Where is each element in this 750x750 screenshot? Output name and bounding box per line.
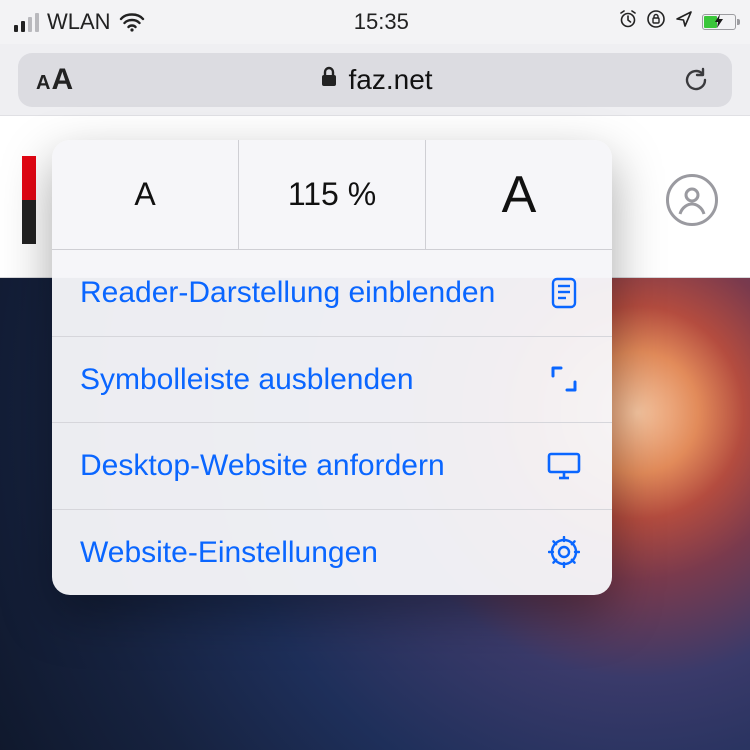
desktop-icon (544, 451, 584, 481)
website-settings-item[interactable]: Website-Einstellungen (52, 510, 612, 596)
expand-icon (544, 363, 584, 395)
domain-text: faz.net (349, 64, 433, 96)
text-size-popover: A 115 % A Reader-Darstellung einblenden … (52, 140, 612, 595)
status-bar: WLAN 15:35 (0, 0, 750, 44)
menu-label: Website-Einstellungen (80, 534, 378, 572)
menu-label: Symbolleiste ausblenden (80, 361, 414, 399)
zoom-level[interactable]: 115 % (238, 140, 425, 249)
wifi-icon (119, 12, 145, 32)
cellular-signal-icon (14, 13, 39, 32)
gear-icon (544, 536, 584, 568)
menu-label: Reader-Darstellung einblenden (80, 274, 495, 312)
location-icon (674, 9, 694, 35)
account-button[interactable] (666, 174, 718, 226)
status-right (618, 9, 736, 35)
orientation-lock-icon (646, 9, 666, 35)
url-display[interactable]: faz.net (319, 64, 433, 96)
browser-url-bar: AA faz.net (0, 44, 750, 116)
network-label: WLAN (47, 9, 111, 35)
increase-text-button[interactable]: A (425, 140, 612, 249)
status-left: WLAN (14, 9, 145, 35)
text-size-button[interactable]: AA (36, 63, 73, 97)
hide-toolbar-item[interactable]: Symbolleiste ausblenden (52, 337, 612, 424)
clock: 15:35 (354, 9, 409, 35)
lock-icon (319, 64, 339, 96)
reload-button[interactable] (678, 62, 714, 98)
decrease-text-button[interactable]: A (52, 140, 238, 249)
text-size-row: A 115 % A (52, 140, 612, 250)
reader-icon (544, 276, 584, 310)
battery-icon (702, 14, 736, 30)
charging-bolt-icon (703, 13, 735, 31)
alarm-icon (618, 9, 638, 35)
show-reader-item[interactable]: Reader-Darstellung einblenden (52, 250, 612, 337)
address-field[interactable]: AA faz.net (18, 53, 732, 107)
request-desktop-item[interactable]: Desktop-Website anfordern (52, 423, 612, 510)
site-logo-bar (22, 156, 36, 244)
menu-label: Desktop-Website anfordern (80, 447, 445, 485)
